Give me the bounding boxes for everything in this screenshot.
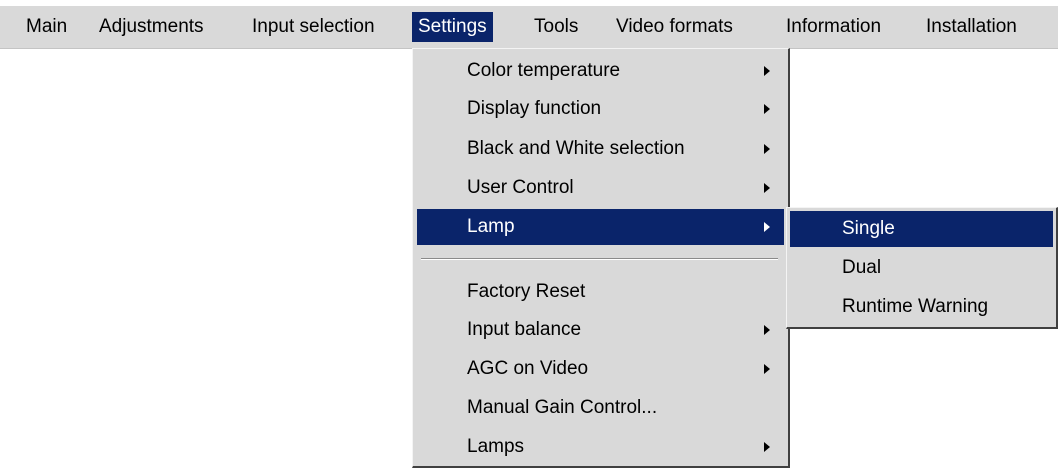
lamp-submenu: Single Dual Runtime Warning bbox=[786, 207, 1058, 329]
menu-separator bbox=[421, 258, 778, 260]
submenu-arrow-icon bbox=[764, 183, 770, 193]
menu-item-label: Color temperature bbox=[467, 60, 621, 81]
submenu-item-label: Dual bbox=[842, 257, 882, 278]
menu-item-label: Factory Reset bbox=[467, 281, 586, 302]
menu-item-label: Input balance bbox=[467, 319, 582, 340]
menu-item-label: AGC on Video bbox=[467, 358, 589, 379]
menu-item-label: Display function bbox=[467, 98, 602, 119]
menu-item-manual-gain-control[interactable]: Manual Gain Control... bbox=[417, 390, 784, 426]
submenu-arrow-icon bbox=[764, 442, 770, 452]
menu-item-label: User Control bbox=[467, 177, 574, 198]
menu-installation[interactable]: Installation bbox=[920, 12, 1023, 42]
submenu-item-runtime-warning[interactable]: Runtime Warning bbox=[790, 289, 1053, 325]
menu-item-user-control[interactable]: User Control bbox=[417, 170, 784, 206]
menu-tools[interactable]: Tools bbox=[528, 12, 584, 42]
menu-item-label: Lamps bbox=[467, 436, 525, 457]
menu-settings[interactable]: Settings bbox=[412, 12, 493, 42]
submenu-arrow-icon bbox=[764, 66, 770, 76]
settings-dropdown: Color temperature Display function Black… bbox=[412, 48, 790, 468]
menu-item-lamp[interactable]: Lamp bbox=[417, 209, 784, 245]
menu-bar: Main Adjustments Input selection Setting… bbox=[0, 6, 1058, 49]
menu-item-factory-reset[interactable]: Factory Reset bbox=[417, 274, 784, 310]
menu-item-display-function[interactable]: Display function bbox=[417, 91, 784, 127]
menu-main[interactable]: Main bbox=[20, 12, 73, 42]
menu-video-formats[interactable]: Video formats bbox=[610, 12, 739, 42]
submenu-arrow-icon bbox=[764, 325, 770, 335]
submenu-item-single[interactable]: Single bbox=[790, 211, 1053, 247]
menu-information[interactable]: Information bbox=[780, 12, 887, 42]
submenu-arrow-icon bbox=[764, 222, 770, 232]
menu-item-lamps[interactable]: Lamps bbox=[417, 429, 784, 465]
submenu-arrow-icon bbox=[764, 104, 770, 114]
submenu-item-label: Runtime Warning bbox=[842, 296, 989, 317]
menu-item-black-and-white-selection[interactable]: Black and White selection bbox=[417, 131, 784, 167]
submenu-arrow-icon bbox=[764, 364, 770, 374]
menu-item-color-temperature[interactable]: Color temperature bbox=[417, 53, 784, 89]
menu-adjustments[interactable]: Adjustments bbox=[93, 12, 210, 42]
submenu-item-dual[interactable]: Dual bbox=[790, 250, 1053, 286]
submenu-item-label: Single bbox=[842, 218, 895, 239]
menu-item-agc-on-video[interactable]: AGC on Video bbox=[417, 351, 784, 387]
submenu-arrow-icon bbox=[764, 144, 770, 154]
menu-item-label: Manual Gain Control... bbox=[467, 397, 658, 418]
menu-item-input-balance[interactable]: Input balance bbox=[417, 312, 784, 348]
menu-input-selection[interactable]: Input selection bbox=[246, 12, 381, 42]
menu-item-label: Lamp bbox=[467, 216, 515, 237]
menu-item-label: Black and White selection bbox=[467, 138, 685, 159]
